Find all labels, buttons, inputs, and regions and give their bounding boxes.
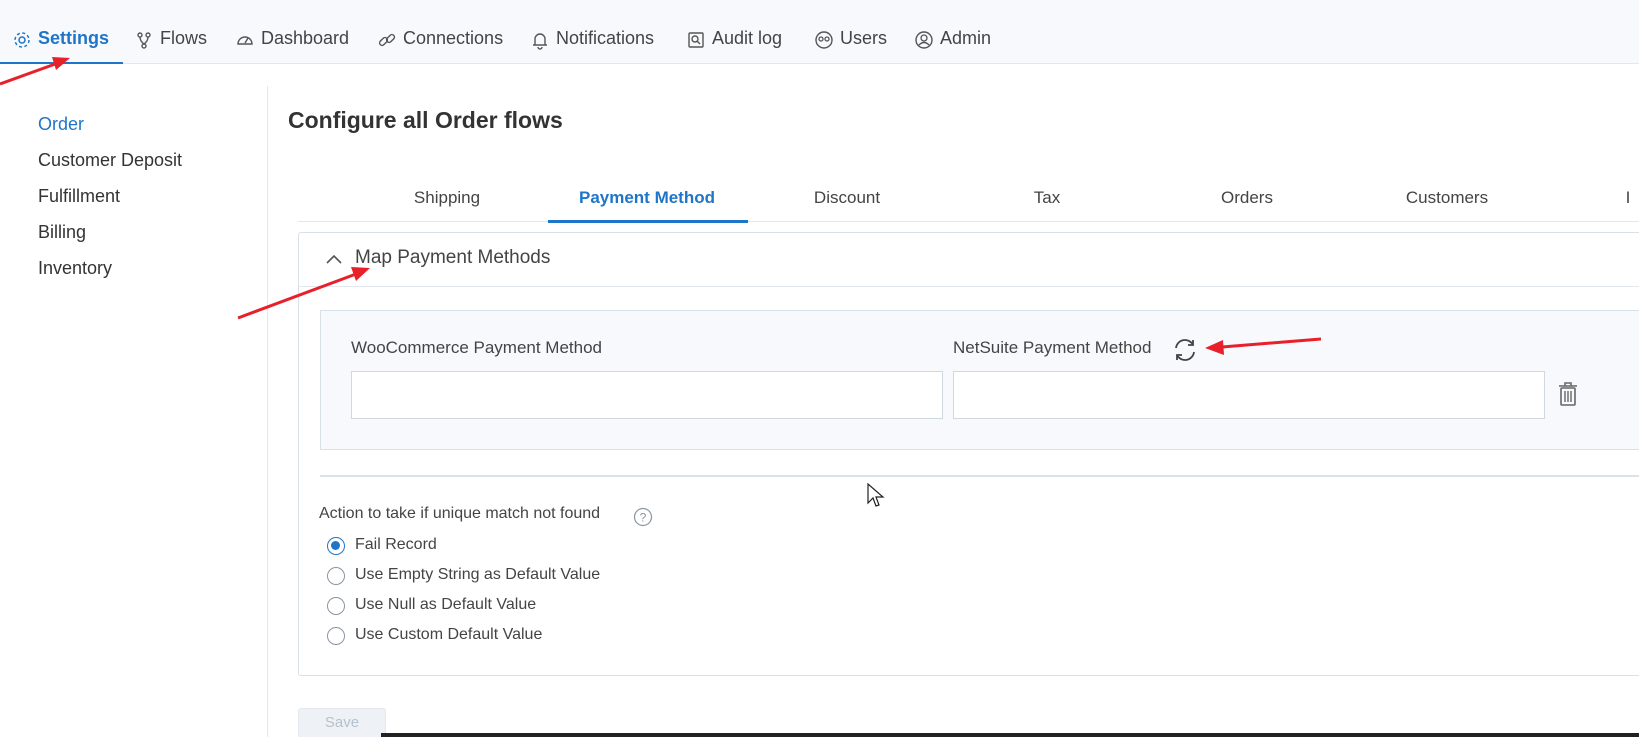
tab-discount[interactable]: Discount	[814, 188, 880, 208]
trash-icon[interactable]	[1557, 381, 1579, 407]
tab-payment-method[interactable]: Payment Method	[579, 188, 715, 208]
tab-orders[interactable]: Orders	[1221, 188, 1273, 208]
radio-fail-record[interactable]	[327, 537, 345, 555]
tab-settings[interactable]: Settings	[0, 28, 124, 64]
top-navigation: Settings Flows Dashboard Connections Not…	[0, 0, 1639, 64]
bell-icon	[533, 33, 547, 50]
tab-users[interactable]: Users	[814, 28, 887, 64]
tab-label: Flows	[160, 28, 208, 48]
radio-label-fail-record: Fail Record	[355, 536, 437, 553]
admin-icon	[915, 31, 933, 49]
tab-truncated[interactable]: I	[1626, 188, 1631, 208]
bottom-bar	[381, 733, 1639, 737]
tab-label: Connections	[403, 28, 504, 48]
dashboard-icon	[237, 36, 253, 45]
mapping-row: WooCommerce Payment Method NetSuite Paym…	[320, 310, 1639, 450]
audit-log-icon	[688, 32, 704, 48]
radio-label-use-null: Use Null as Default Value	[355, 596, 537, 613]
tab-customers[interactable]: Customers	[1406, 188, 1488, 208]
tab-notifications[interactable]: Notifications	[530, 28, 654, 64]
divider	[320, 475, 1639, 477]
radio-use-null[interactable]	[327, 597, 345, 615]
tab-flows[interactable]: Flows	[134, 28, 207, 64]
section-title: Map Payment Methods	[355, 247, 551, 268]
sidebar-item-customer-deposit[interactable]: Customer Deposit	[38, 150, 182, 171]
flow-icon	[137, 32, 151, 49]
sidebar-item-fulfillment[interactable]: Fulfillment	[38, 186, 120, 207]
tab-label: Settings	[38, 28, 110, 48]
help-icon[interactable]: ?	[633, 507, 653, 527]
sidebar: Order Customer Deposit Fulfillment Billi…	[0, 86, 268, 737]
tab-connections[interactable]: Connections	[377, 28, 503, 64]
tab-label: Audit log	[712, 28, 783, 48]
sidebar-item-inventory[interactable]: Inventory	[38, 258, 112, 279]
netsuite-payment-method-label: NetSuite Payment Method	[953, 338, 1152, 357]
tab-dashboard[interactable]: Dashboard	[235, 28, 349, 64]
radio-use-custom-default[interactable]	[327, 627, 345, 645]
radio-use-empty-string[interactable]	[327, 567, 345, 585]
flow-tabs: Shipping Payment Method Discount Tax Ord…	[298, 180, 1639, 223]
section-header[interactable]: Map Payment Methods	[299, 233, 1639, 287]
netsuite-payment-method-field[interactable]	[953, 371, 1545, 419]
map-payment-methods-section: Map Payment Methods WooCommerce Payment …	[298, 232, 1639, 676]
users-icon	[815, 31, 833, 49]
tab-admin[interactable]: Admin	[914, 28, 991, 64]
radio-label-use-custom-default: Use Custom Default Value	[355, 626, 543, 643]
svg-text:?: ?	[640, 511, 647, 525]
tab-tax[interactable]: Tax	[1034, 188, 1060, 208]
save-button[interactable]: Save	[298, 708, 386, 737]
page-title: Configure all Order flows	[288, 107, 563, 133]
tab-audit-log[interactable]: Audit log	[686, 28, 782, 64]
mouse-cursor-icon	[867, 483, 885, 507]
gear-icon	[14, 32, 30, 48]
sidebar-item-order[interactable]: Order	[38, 114, 84, 135]
action-label: Action to take if unique match not found	[319, 505, 601, 522]
tab-label: Admin	[940, 28, 992, 48]
woocommerce-payment-method-field[interactable]	[351, 371, 943, 419]
active-tab-indicator	[548, 220, 748, 223]
link-icon	[378, 33, 396, 47]
sidebar-item-billing[interactable]: Billing	[38, 222, 86, 243]
radio-label-use-empty-string: Use Empty String as Default Value	[355, 566, 601, 583]
woocommerce-payment-method-label: WooCommerce Payment Method	[351, 338, 603, 357]
tab-shipping[interactable]: Shipping	[414, 188, 480, 208]
refresh-icon[interactable]	[1171, 336, 1199, 364]
chevron-up-icon[interactable]	[325, 251, 343, 269]
tab-label: Notifications	[556, 28, 655, 48]
tab-label: Dashboard	[261, 28, 350, 48]
tab-label: Users	[840, 28, 888, 48]
